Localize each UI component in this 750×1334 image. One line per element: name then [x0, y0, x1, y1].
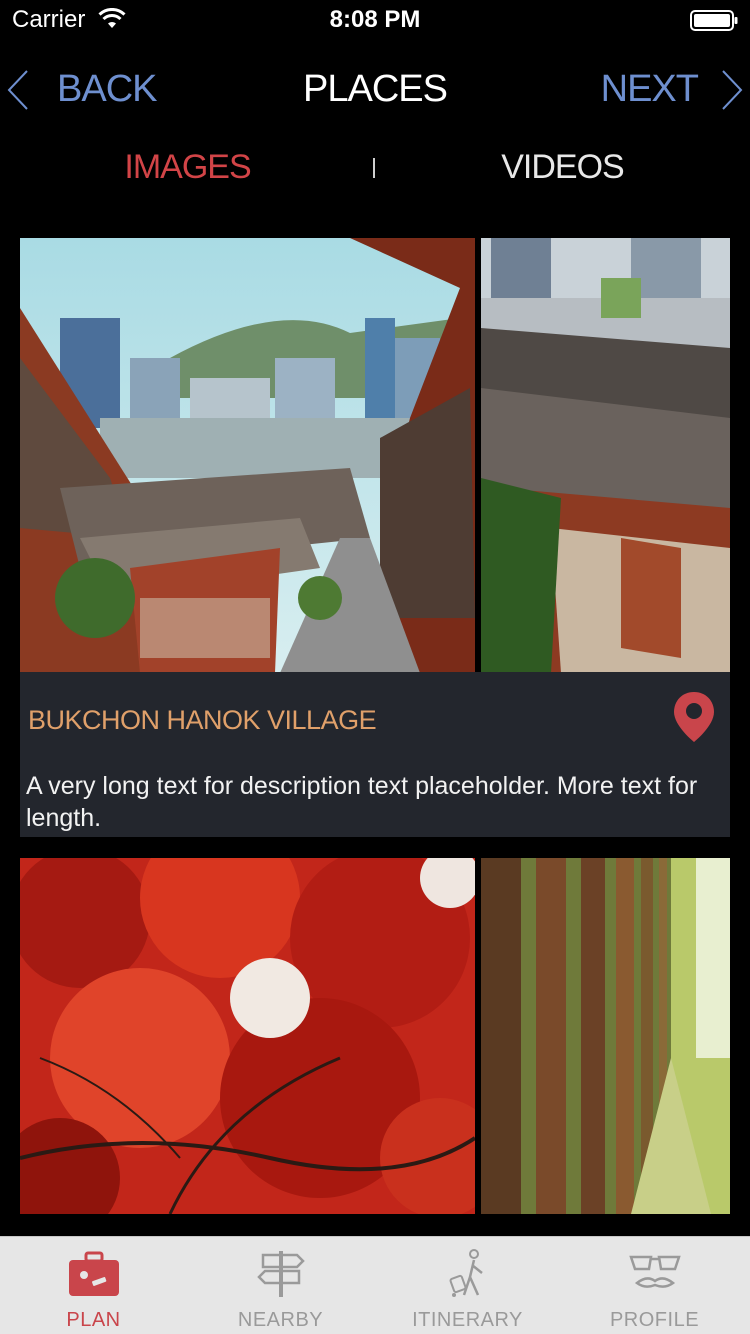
place-description: A very long text for description text pl…: [26, 772, 698, 832]
traveler-icon: [449, 1249, 483, 1297]
place-photo-red-maple[interactable]: [20, 858, 475, 1214]
tab-plan-label: PLAN: [66, 1309, 121, 1331]
status-bar: Carrier 8:08 PM: [0, 0, 750, 40]
tab-nearby-label: NEARBY: [237, 1309, 324, 1331]
hanok-rooftops-image: [481, 238, 730, 673]
place-name[interactable]: BUKCHON HANOK VILLAGE: [28, 705, 377, 736]
tab-nearby[interactable]: NEARBY: [187, 1237, 374, 1334]
red-maple-image: [20, 858, 475, 1214]
hanok-alley-image: [20, 238, 475, 673]
briefcase-icon: [68, 1251, 119, 1296]
tab-bar: PLAN NEARBY ITINERARY PROFILE: [0, 1236, 750, 1334]
place-card-info[interactable]: BUKCHON HANOK VILLAGE A very long text f…: [20, 672, 730, 837]
chevron-right-icon[interactable]: [720, 69, 744, 111]
status-time: 8:08 PM: [329, 6, 421, 33]
tab-images[interactable]: IMAGES: [0, 148, 375, 187]
tab-videos[interactable]: VIDEOS: [375, 148, 750, 187]
tab-itinerary[interactable]: ITINERARY: [374, 1237, 561, 1334]
place-photo-hanok-rooftops[interactable]: [481, 238, 730, 673]
place-photo-hanok-alley[interactable]: [20, 238, 475, 673]
map-pin-icon[interactable]: [672, 690, 716, 744]
tab-itinerary-label: ITINERARY: [412, 1309, 523, 1331]
next-button[interactable]: NEXT: [601, 68, 699, 111]
battery-icon: [690, 10, 738, 31]
tab-profile[interactable]: PROFILE: [561, 1237, 748, 1334]
glasses-mustache-icon: [628, 1255, 681, 1288]
tab-profile-label: PROFILE: [609, 1309, 700, 1331]
signpost-icon: [256, 1251, 305, 1297]
tree-path-image: [481, 858, 730, 1214]
place-photo-tree-path[interactable]: [481, 858, 730, 1214]
tab-plan[interactable]: PLAN: [0, 1237, 187, 1334]
navigation-bar: BACK PLACES NEXT: [0, 55, 750, 125]
